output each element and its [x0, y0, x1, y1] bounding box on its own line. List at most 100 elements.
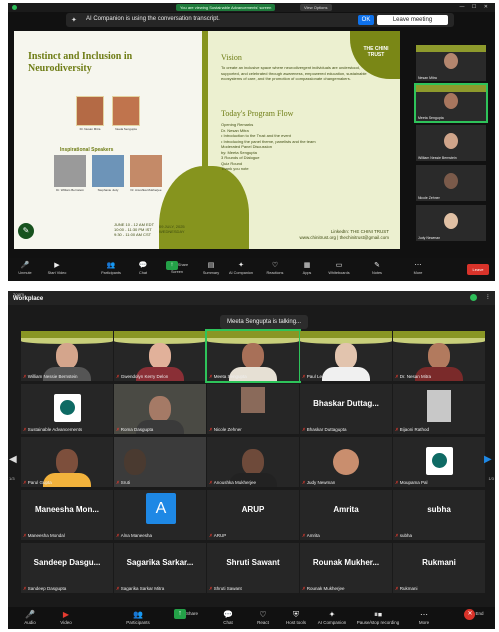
- participant-name-display: Maneesha Mon...: [34, 505, 99, 514]
- muted-mic-icon: ✗: [23, 480, 27, 485]
- participant-tile[interactable]: Nesan Mitra: [416, 45, 486, 81]
- pen-icon[interactable]: ✎: [18, 223, 34, 239]
- ai-companion-icon: ✦: [71, 17, 77, 24]
- unmute-button[interactable]: 🎤 Unmute: [10, 261, 40, 275]
- notes-button[interactable]: ✎ Notes: [362, 261, 392, 275]
- share-screen-button[interactable]: ↑ Share Screen: [162, 261, 192, 274]
- participant-tile[interactable]: Shruti Sawant ✗Shruti Sawant: [207, 543, 299, 593]
- page-indicator-right: 1/3: [488, 476, 494, 481]
- participant-tile[interactable]: ✗Sruti: [114, 437, 206, 487]
- apps-icon: ▦: [303, 262, 311, 269]
- participant-video: [124, 449, 146, 475]
- participant-tile[interactable]: Nicole Zehner: [416, 165, 486, 201]
- camera-off-icon: ▶: [62, 610, 70, 619]
- speaker-photo: Dr. Anushka Mukherjee: [130, 155, 162, 192]
- ellipsis-icon[interactable]: ⁝: [487, 293, 489, 301]
- participants-button[interactable]: 👥 Participants: [96, 261, 126, 275]
- participant-tile[interactable]: ARUP ✗ARUP: [207, 490, 299, 540]
- participant-tile[interactable]: Rukmani ✗Rukmani: [393, 543, 485, 593]
- audio-button[interactable]: 🎤 Audio: [12, 609, 48, 625]
- start-video-button[interactable]: ▶ Start Video: [42, 261, 72, 275]
- avatar: A: [146, 493, 176, 524]
- participant-tile[interactable]: Judy Newman: [416, 205, 486, 241]
- participant-name-display: Amrita: [333, 505, 359, 514]
- react-button[interactable]: ♡ React: [245, 609, 281, 625]
- participant-video: [242, 449, 264, 475]
- participant-tile[interactable]: ✗Bijaoni Rathod: [393, 384, 485, 434]
- participant-name-display: Bhaskar Duttag...: [313, 399, 379, 408]
- participant-tile[interactable]: Meeta Sengupta: [414, 83, 488, 123]
- participant-tile[interactable]: ✗Sustainable Advancements: [21, 384, 113, 434]
- participant-video: [444, 173, 458, 189]
- muted-mic-icon: ✗: [209, 374, 213, 379]
- participant-tile[interactable]: A ✗Alna Maneesha: [114, 490, 206, 540]
- participant-tile[interactable]: Sagarika Sarkar... ✗Sagarika Sarkar Mitra: [114, 543, 206, 593]
- participant-tile[interactable]: ✗Nicole Zehner: [207, 384, 299, 434]
- gallery-row: ✗William Nessie Bernstein ✗Gwendolyn Ker…: [21, 329, 485, 383]
- participants-button[interactable]: 👥 Participants: [120, 609, 156, 625]
- participant-tile[interactable]: Amrita ✗Amrita: [300, 490, 392, 540]
- sparkle-icon: ✦: [238, 262, 244, 269]
- ok-button[interactable]: OK: [358, 15, 374, 25]
- participant-video: [242, 343, 264, 369]
- vision-text: To create an inclusive space where neuro…: [221, 65, 367, 81]
- shield-icon[interactable]: [12, 5, 17, 10]
- muted-mic-icon: ✗: [395, 480, 399, 485]
- participant-tile[interactable]: ✗Gwendolyn Kerry Delon: [114, 331, 206, 381]
- page-indicator-left: 1/3: [9, 476, 15, 481]
- more-button[interactable]: ⋯ More: [403, 261, 433, 275]
- participant-video: [56, 343, 78, 369]
- reactions-button[interactable]: ♡ Reactions: [260, 261, 290, 275]
- ai-companion-button[interactable]: ✦ AI Companion: [312, 609, 352, 625]
- muted-mic-icon: ✗: [302, 480, 306, 485]
- ai-notice-text: AI Companion is using the conversation t…: [86, 16, 220, 22]
- participant-tile[interactable]: subha ✗subha: [393, 490, 485, 540]
- pause-stop-recording-button[interactable]: ⏸⏹ Pause/stop recording: [354, 609, 402, 625]
- leave-meeting-button[interactable]: Leave meeting: [377, 15, 448, 25]
- apps-button[interactable]: ▦ Apps: [292, 261, 322, 275]
- host-tools-button[interactable]: ⛨ Host tools: [278, 609, 314, 625]
- share-icon: ↑: [173, 609, 186, 619]
- end-button[interactable]: ✕ End: [456, 609, 492, 620]
- participant-tile[interactable]: ✗Anoushka Mukherjee: [207, 437, 299, 487]
- participant-tile[interactable]: ✗William Nessie Bernstein: [21, 331, 113, 381]
- participant-tile[interactable]: Maneesha Mon... ✗Maneesha Mondal: [21, 490, 113, 540]
- meeting-toolbar: 🎤 Unmute ▶ Start Video 👥 Participants 💬 Chat…: [8, 258, 495, 281]
- share-button[interactable]: ↑ Share: [168, 609, 204, 619]
- participant-tile[interactable]: ✗Parul Gupta: [21, 437, 113, 487]
- participant-tile[interactable]: Bhaskar Duttag... ✗Bhaskar Duttagupta: [300, 384, 392, 434]
- profile-picture: [427, 390, 451, 422]
- whiteboards-button[interactable]: ▭ Whiteboards: [324, 261, 354, 275]
- participant-tile[interactable]: ✗Moupama Pal: [393, 437, 485, 487]
- participant-tile[interactable]: ✗Meeta Sengupta: [205, 329, 301, 383]
- video-button[interactable]: ▶ Video: [48, 609, 84, 625]
- participant-tile[interactable]: ✗Roma Dasgupta: [114, 384, 206, 434]
- leave-button[interactable]: Leave: [467, 264, 489, 275]
- participant-tile[interactable]: Sandeep Dasgu... ✗Sandeep Dasgupta: [21, 543, 113, 593]
- chat-button[interactable]: 💬 Chat: [210, 609, 246, 625]
- window-controls[interactable]: — ☐ ✕: [460, 4, 491, 10]
- zoom-logo: zoom Workplace: [13, 292, 44, 302]
- participant-name-display: Sagarika Sarkar...: [126, 558, 194, 567]
- participant-tile[interactable]: ✗Paul Leary: [300, 331, 392, 381]
- participant-video: [56, 449, 78, 475]
- more-button[interactable]: ⋯ More: [406, 609, 442, 625]
- ai-companion-button[interactable]: ✦ AI Companion: [226, 261, 256, 275]
- window-title-bar: zoom Workplace ⁝: [8, 291, 495, 305]
- speaker-photo: Stephanie Judy: [92, 155, 124, 192]
- participant-tile[interactable]: William Nessie Bernstein: [416, 125, 486, 161]
- view-options-button[interactable]: View Options: [300, 4, 332, 11]
- next-page-arrow-icon[interactable]: ▶: [484, 454, 494, 474]
- program-flow-text: Opening Remarks Dr. Nesan Mitra • Introd…: [221, 122, 316, 171]
- summary-button[interactable]: ▤ Summary: [196, 261, 226, 275]
- muted-mic-icon: ✗: [209, 586, 213, 591]
- muted-mic-icon: ✗: [23, 374, 27, 379]
- participant-tile[interactable]: ✗Judy Newman: [300, 437, 392, 487]
- shield-icon[interactable]: [470, 294, 477, 301]
- chat-button[interactable]: 💬 Chat: [128, 261, 158, 275]
- close-icon: ✕: [464, 609, 476, 620]
- previous-page-arrow-icon[interactable]: ◀: [9, 454, 19, 474]
- participant-tile[interactable]: ✗Dr. Nesan Mitra: [393, 331, 485, 381]
- participant-tile[interactable]: Rounak Mukher... ✗Rounak Mukherjee: [300, 543, 392, 593]
- profile-picture: [333, 449, 359, 475]
